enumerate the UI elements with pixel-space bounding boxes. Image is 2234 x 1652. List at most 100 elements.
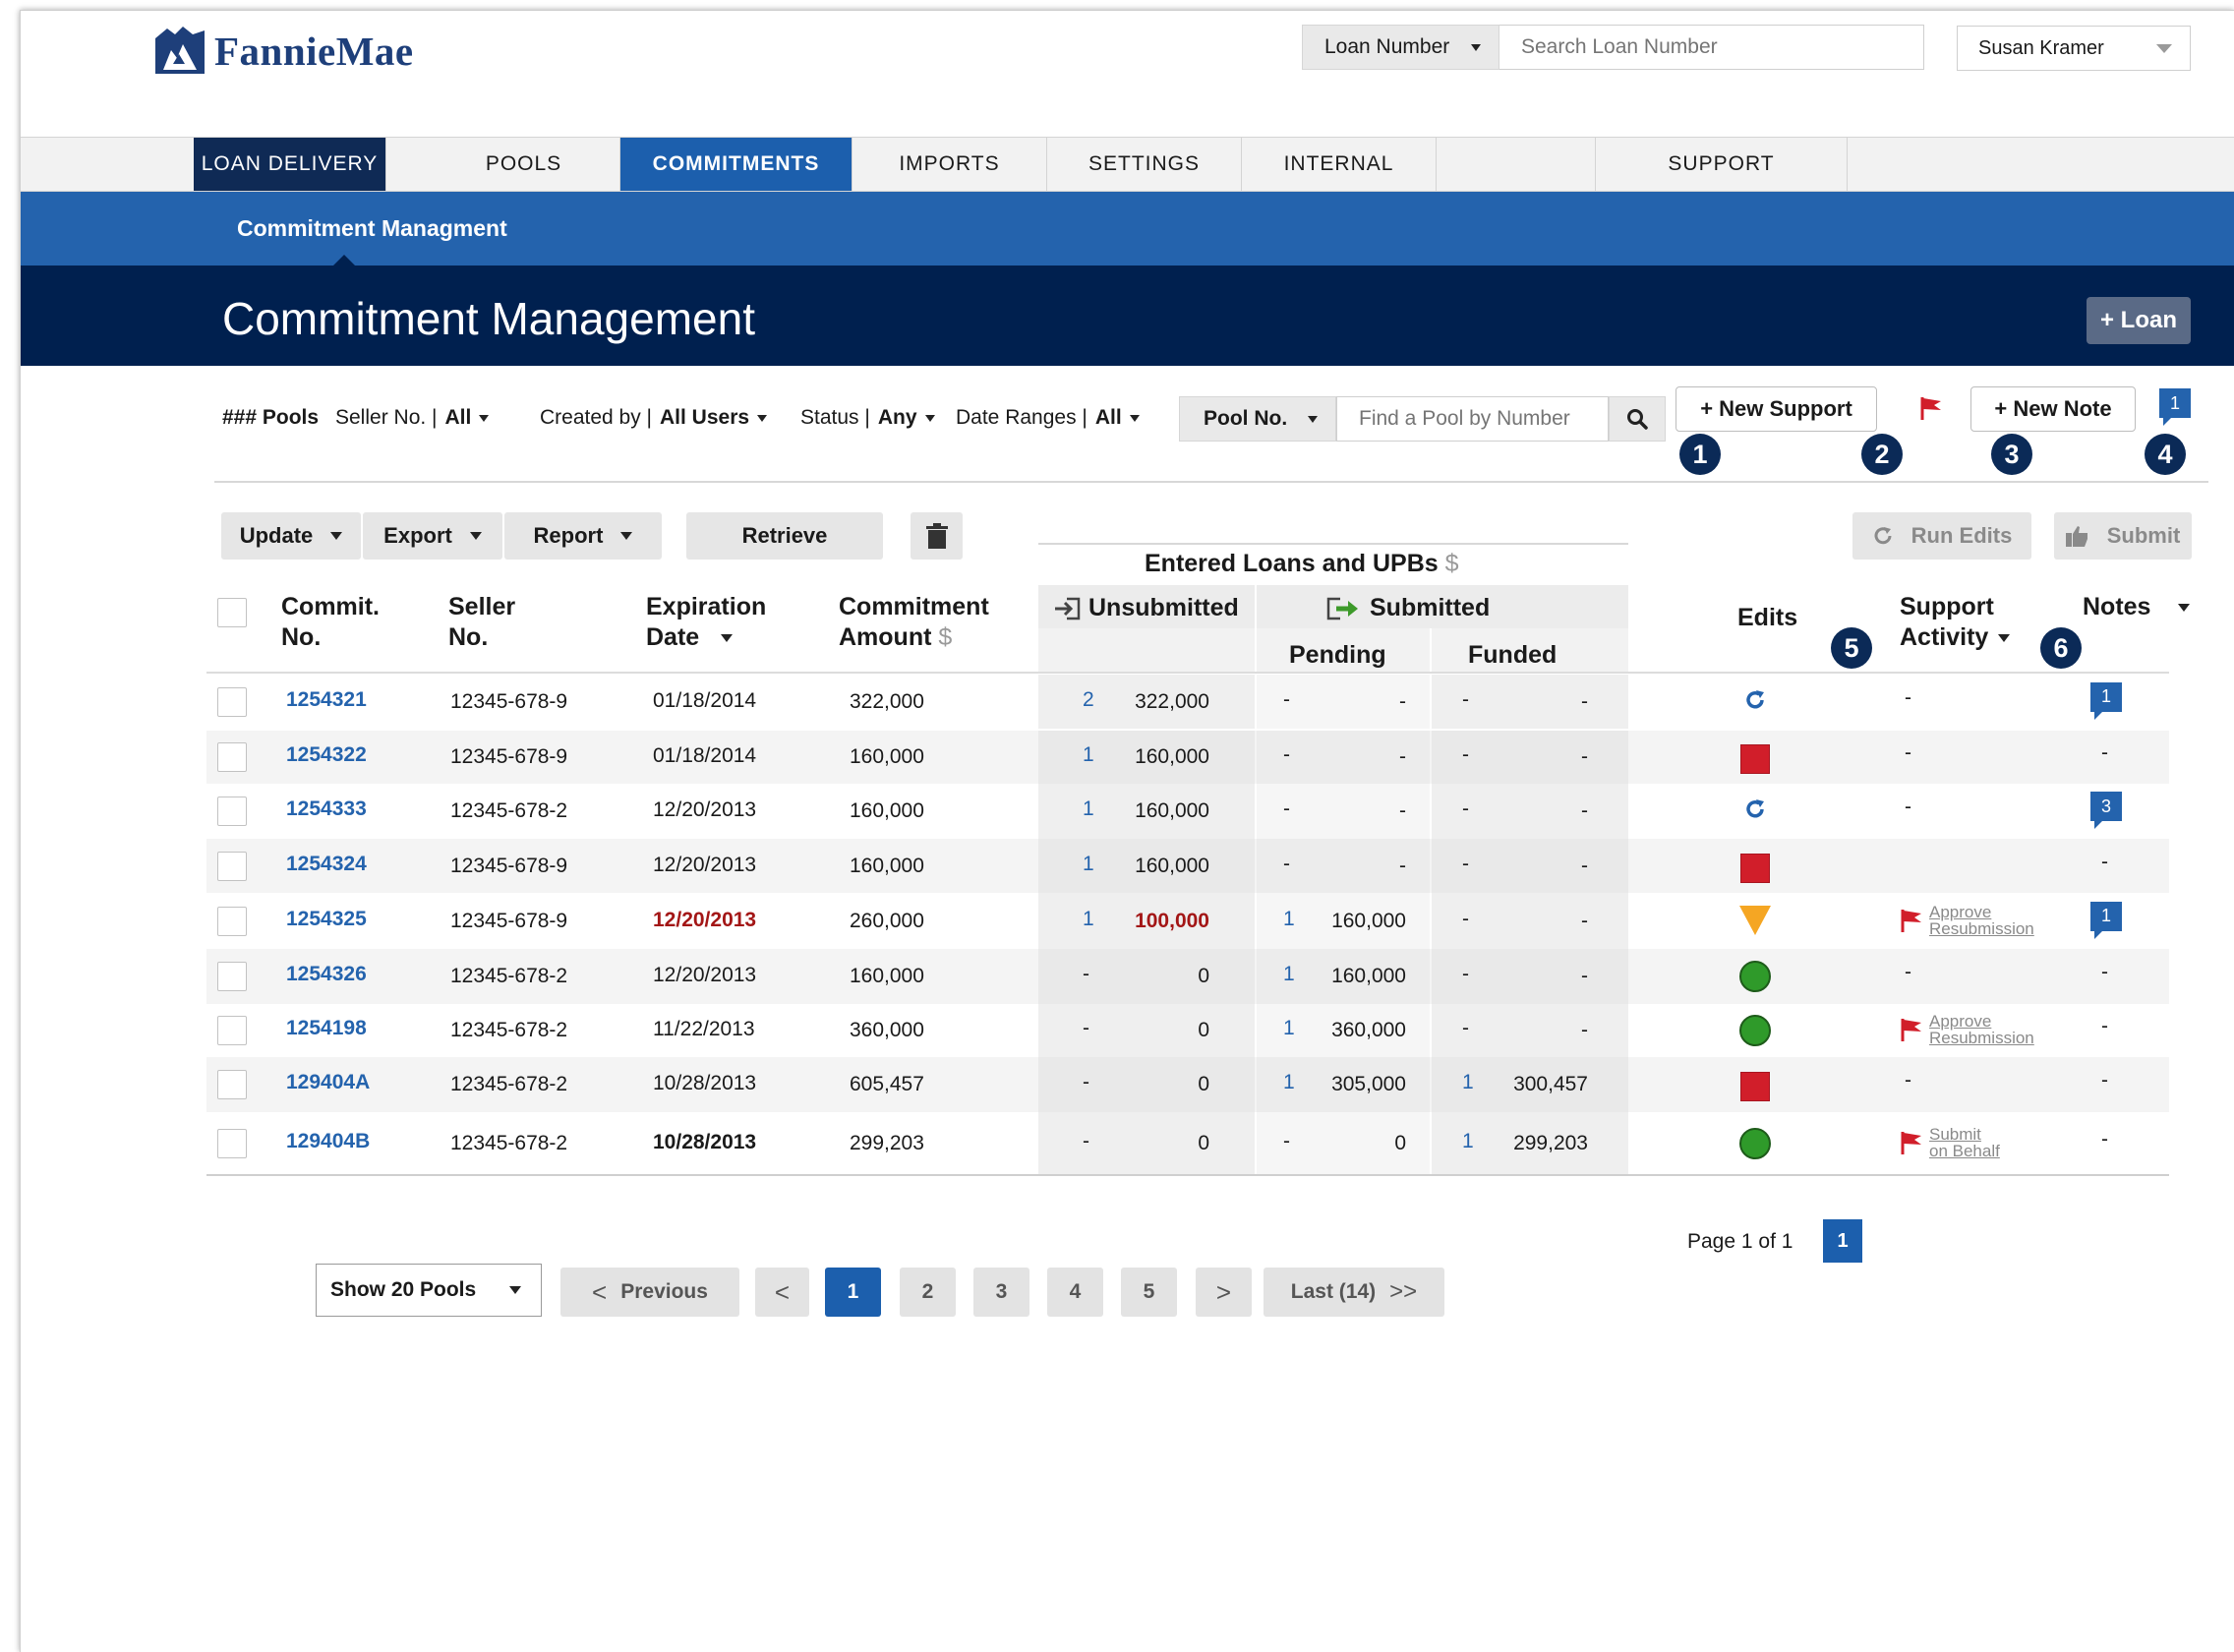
funded-count[interactable]: 1 [1462, 1130, 1474, 1153]
col-seller-no[interactable]: Seller No. [448, 592, 515, 653]
next-arrow-button[interactable]: > [1196, 1268, 1252, 1317]
created-by-filter[interactable]: Created by | All Users [540, 406, 768, 430]
pending-count[interactable]: 1 [1283, 963, 1295, 986]
tab-loan-delivery[interactable]: LOAN DELIVERY [194, 138, 386, 191]
col-commit-no[interactable]: Commit. No. [281, 592, 380, 653]
commitment-number-link[interactable]: 1254325 [286, 908, 367, 931]
support-action-link[interactable]: Approve Resubmission [1929, 904, 2034, 937]
tab-settings[interactable]: SETTINGS [1047, 138, 1242, 191]
ok-status-icon[interactable] [1739, 961, 1771, 992]
pool-search-button[interactable] [1609, 396, 1666, 442]
export-button[interactable]: Export [363, 512, 502, 560]
fannie-mae-logo[interactable]: FannieMae [153, 25, 414, 78]
unsubmitted-count[interactable]: 1 [1083, 743, 1094, 767]
row-checkbox[interactable] [217, 906, 247, 936]
row-checkbox[interactable] [217, 686, 247, 717]
commitment-number-link[interactable]: 1254198 [286, 1017, 367, 1040]
pool-no-dropdown[interactable]: Pool No. [1179, 396, 1336, 442]
col-unsubmitted[interactable]: Unsubmitted [1053, 593, 1239, 623]
date-range-filter[interactable]: Date Ranges | All [956, 406, 1140, 430]
ok-status-icon[interactable] [1739, 1015, 1771, 1046]
col-edits[interactable]: Edits [1737, 603, 1797, 633]
run-edits-button[interactable]: Run Edits [1852, 512, 2031, 560]
row-checkbox[interactable] [217, 1016, 247, 1045]
sub-nav-item-commitment-management[interactable]: Commitment Managment [237, 215, 507, 242]
col-commitment-amount[interactable]: Commitment Amount $ [839, 592, 989, 653]
page-badge[interactable]: 1 [1823, 1219, 1862, 1263]
refresh-icon[interactable] [1743, 797, 1767, 821]
note-count-icon[interactable]: 3 [2090, 792, 2122, 829]
note-count-icon[interactable]: 1 [2090, 901, 2122, 939]
ok-status-icon[interactable] [1739, 1127, 1771, 1159]
tab-internal[interactable]: INTERNAL [1242, 138, 1437, 191]
refresh-icon[interactable] [1743, 688, 1767, 712]
new-note-button[interactable]: + New Note [1970, 386, 2136, 432]
retrieve-button[interactable]: Retrieve [686, 512, 883, 560]
pending-count[interactable]: 1 [1283, 908, 1295, 931]
note-count-icon[interactable]: 1 [2159, 388, 2191, 426]
row-checkbox[interactable] [217, 1070, 247, 1099]
search-type-dropdown[interactable]: Loan Number [1302, 25, 1499, 70]
commitment-number-link[interactable]: 1254322 [286, 743, 367, 767]
previous-page-button[interactable]: < Previous [560, 1268, 739, 1317]
error-status-icon[interactable] [1740, 1072, 1770, 1101]
unsubmitted-count[interactable]: 2 [1083, 688, 1094, 712]
tab-pools[interactable]: POOLS [428, 138, 620, 191]
commitment-number-link[interactable]: 1254324 [286, 853, 367, 876]
new-support-button[interactable]: + New Support [1676, 386, 1877, 432]
unsubmitted-count[interactable]: 1 [1083, 853, 1094, 876]
page-4-button[interactable]: 4 [1047, 1268, 1103, 1317]
row-checkbox[interactable] [217, 1128, 247, 1158]
col-submitted[interactable]: Submitted [1326, 593, 1490, 623]
submit-button[interactable]: Submit [2054, 512, 2192, 560]
find-pool-input[interactable] [1336, 396, 1609, 442]
user-menu[interactable]: Susan Kramer [1957, 26, 2191, 71]
delete-button[interactable] [911, 512, 963, 560]
row-checkbox[interactable] [217, 962, 247, 991]
flag-icon[interactable] [1918, 395, 1944, 421]
search-loan-input[interactable] [1499, 25, 1924, 70]
show-count-dropdown[interactable]: Show 20 Pools [316, 1264, 542, 1317]
tab-commitments[interactable]: COMMITMENTS [620, 138, 852, 191]
unsubmitted-count[interactable]: 1 [1083, 797, 1094, 821]
seller-number: 12345-678-9 [450, 854, 568, 877]
note-count-icon[interactable]: 1 [2090, 681, 2122, 720]
page-2-button[interactable]: 2 [900, 1268, 956, 1317]
funded-cell-bg [1432, 731, 1628, 784]
commitment-number-link[interactable]: 1254321 [286, 688, 367, 712]
commitment-number-link[interactable]: 1254326 [286, 963, 367, 986]
warning-status-icon[interactable] [1739, 905, 1771, 935]
status-filter[interactable]: Status | Any [800, 406, 935, 430]
col-funded[interactable]: Funded [1468, 640, 1557, 671]
prev-arrow-button[interactable]: < [755, 1268, 809, 1317]
tab-imports[interactable]: IMPORTS [852, 138, 1047, 191]
support-action-link[interactable]: Approve Resubmission [1929, 1013, 2034, 1046]
error-status-icon[interactable] [1740, 744, 1770, 774]
col-pending[interactable]: Pending [1289, 640, 1386, 671]
funded-count[interactable]: 1 [1462, 1071, 1474, 1094]
select-all-checkbox[interactable] [217, 598, 247, 627]
commitment-number-link[interactable]: 1254333 [286, 797, 367, 821]
tab-support[interactable]: SUPPORT [1596, 138, 1848, 191]
col-support-activity[interactable]: Support Activity [1900, 592, 2011, 653]
pending-count[interactable]: 1 [1283, 1071, 1295, 1094]
row-checkbox[interactable] [217, 851, 247, 881]
commitment-number-link[interactable]: 129404A [286, 1071, 370, 1094]
col-expiration-date[interactable]: Expiration Date [646, 592, 766, 653]
page-3-button[interactable]: 3 [973, 1268, 1029, 1317]
page-5-button[interactable]: 5 [1121, 1268, 1177, 1317]
page-1-button[interactable]: 1 [825, 1268, 881, 1317]
update-button[interactable]: Update [221, 512, 361, 560]
error-status-icon[interactable] [1740, 853, 1770, 883]
add-loan-button[interactable]: + Loan [2087, 297, 2191, 344]
report-button[interactable]: Report [504, 512, 662, 560]
unsubmitted-count[interactable]: 1 [1083, 908, 1094, 931]
row-checkbox[interactable] [217, 796, 247, 826]
commitment-number-link[interactable]: 129404B [286, 1130, 370, 1153]
row-checkbox[interactable] [217, 742, 247, 772]
col-notes[interactable]: Notes [2083, 592, 2191, 622]
pending-count[interactable]: 1 [1283, 1017, 1295, 1040]
seller-filter[interactable]: Seller No. | All [335, 406, 490, 430]
last-page-button[interactable]: Last (14) >> [1264, 1268, 1444, 1317]
support-action-link[interactable]: Submit on Behalf [1929, 1126, 2000, 1159]
